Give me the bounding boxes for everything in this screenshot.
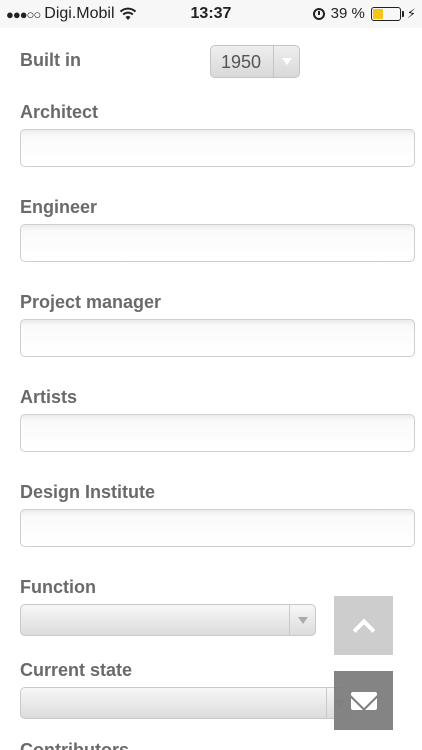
current-state-select[interactable] [20, 687, 353, 719]
artists-field[interactable] [20, 414, 415, 452]
design-institute-field[interactable] [20, 509, 415, 547]
chevron-up-icon [352, 618, 375, 641]
chevron-down-icon [273, 46, 299, 77]
alarm-icon [312, 7, 325, 20]
battery-percent: 39 % [330, 5, 365, 22]
built-in-year-value: 1950 [221, 52, 262, 72]
project-manager-label: Project manager [20, 292, 162, 312]
chevron-down-icon [289, 605, 315, 635]
engineer-label: Engineer [20, 197, 98, 217]
built-in-label: Built in [20, 50, 81, 70]
architect-field[interactable] [20, 129, 415, 167]
charging-icon: ⚡ [406, 5, 416, 21]
engineer-field[interactable] [20, 224, 415, 262]
status-right: 39 % ⚡ [312, 5, 416, 22]
contact-button[interactable] [334, 671, 393, 730]
project-manager-field[interactable] [20, 319, 415, 357]
artists-label: Artists [20, 387, 78, 407]
battery-level [372, 8, 383, 19]
architect-label: Architect [20, 102, 99, 122]
battery-icon [370, 6, 404, 21]
envelope-icon [350, 691, 377, 710]
status-bar: ●●●○○ Digi.Mobil 13:37 39 % ⚡ [0, 0, 422, 28]
function-select[interactable] [20, 604, 316, 636]
function-label: Function [20, 577, 96, 597]
current-state-label: Current state [20, 660, 133, 680]
contributors-label: Contributors [20, 740, 129, 750]
built-in-year-select[interactable]: 1950 [210, 45, 300, 78]
scroll-to-top-button[interactable] [334, 596, 393, 655]
design-institute-label: Design Institute [20, 482, 156, 502]
